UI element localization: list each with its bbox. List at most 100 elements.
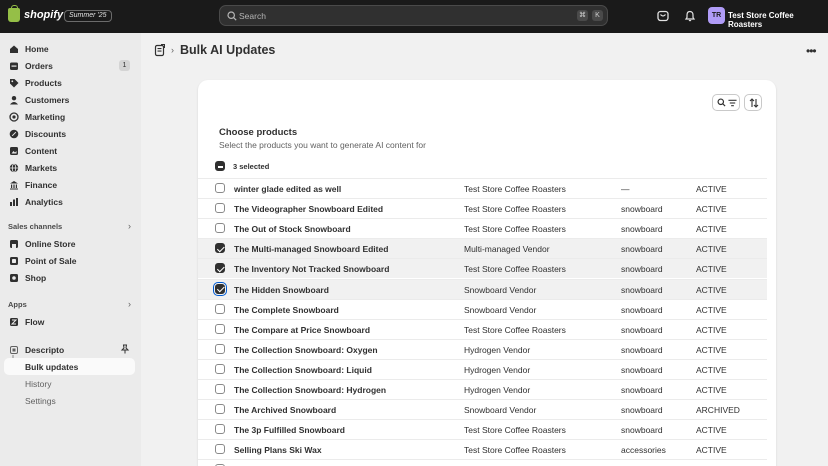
page-title: Bulk AI Updates bbox=[180, 43, 276, 57]
bell-icon[interactable] bbox=[684, 10, 696, 22]
table-row[interactable]: The Complete Snowboard Snowboard Vendor sn… bbox=[198, 298, 767, 319]
table-row[interactable]: The Collection Snowboard: Oxygen Hydrogen… bbox=[198, 338, 767, 359]
table-row[interactable]: The Multi-managed Snowboard Edited Multi-… bbox=[198, 238, 767, 259]
row-checkbox[interactable] bbox=[215, 363, 225, 374]
table-row[interactable]: Selling Plans Ski Wax Test Store Coffee R… bbox=[198, 439, 767, 459]
filter-icon bbox=[728, 99, 737, 107]
sidebar-item-shop[interactable]: Shop bbox=[4, 269, 135, 286]
row-checkbox[interactable] bbox=[215, 263, 225, 274]
row-checkbox[interactable] bbox=[215, 424, 225, 435]
pos-icon bbox=[10, 256, 18, 265]
sidebar-item-content[interactable]: Content bbox=[4, 142, 135, 159]
product-vendor: Test Store Coffee Roasters bbox=[464, 184, 566, 194]
sidebar-item-label: Online Store bbox=[25, 238, 76, 249]
product-type: snowboard bbox=[621, 405, 663, 416]
row-checkbox[interactable] bbox=[215, 343, 225, 354]
product-status: ACTIVE bbox=[696, 344, 727, 355]
table-row[interactable]: The Collection Snowboard: Hydrogen Hydrog… bbox=[198, 379, 767, 399]
search-filter-button[interactable] bbox=[712, 94, 740, 111]
sidebar-item-home[interactable]: Home bbox=[4, 40, 135, 57]
sidebar-item-finance[interactable]: Finance bbox=[4, 176, 135, 193]
sidebar-subitem-label: Bulk updates bbox=[25, 362, 79, 372]
logo-text: shopify bbox=[24, 9, 64, 21]
content-icon bbox=[10, 146, 18, 155]
table-row[interactable] bbox=[198, 459, 767, 466]
product-name: The Hidden Snowboard bbox=[234, 284, 329, 295]
row-checkbox[interactable] bbox=[215, 384, 225, 394]
table-row[interactable]: The Videographer Snowboard Edited Test St… bbox=[198, 198, 767, 218]
shopify-logo[interactable]: shopify bbox=[8, 5, 64, 22]
sidebar-item-analytics[interactable]: Analytics bbox=[4, 193, 135, 210]
sidebar-subitem-bulk-updates[interactable]: Bulk updates bbox=[4, 358, 135, 375]
shopify-bag-icon bbox=[8, 5, 20, 22]
row-checkbox[interactable] bbox=[215, 243, 225, 254]
descripto-icon bbox=[10, 345, 18, 354]
table-row[interactable]: The Hidden Snowboard Snowboard Vendor snow… bbox=[198, 278, 767, 299]
store-name[interactable]: Test Store Coffee Roasters bbox=[728, 11, 828, 29]
row-checkbox[interactable] bbox=[215, 203, 225, 214]
sidebar-subitem-label: Settings bbox=[25, 396, 56, 406]
sidebar-item-descripto[interactable]: Descripto bbox=[4, 341, 135, 358]
sidebar-item-orders[interactable]: Orders 1 bbox=[4, 57, 135, 74]
sidebar-item-customers[interactable]: Customers bbox=[4, 91, 135, 108]
edition-badge[interactable]: Summer '25 bbox=[64, 10, 112, 22]
pin-icon[interactable] bbox=[120, 344, 130, 354]
app-store-icon[interactable] bbox=[657, 10, 669, 22]
sidebar-item-label: Marketing bbox=[25, 111, 66, 122]
product-type: accessories bbox=[621, 445, 666, 456]
table-row[interactable]: winter glade edited as well Test Store Co… bbox=[198, 178, 767, 198]
shortcut-cmd-key: ⌘ bbox=[577, 10, 588, 21]
sales-channels-heading[interactable]: Sales channels bbox=[8, 222, 62, 231]
chevron-right-icon[interactable]: › bbox=[128, 299, 131, 309]
product-type: snowboard bbox=[621, 204, 663, 215]
sidebar-item-label: Flow bbox=[25, 316, 45, 327]
product-type: snowboard bbox=[621, 304, 663, 315]
table-row[interactable]: The Compare at Price Snowboard Test Store… bbox=[198, 318, 767, 339]
table-row[interactable]: The 3p Fulfilled Snowboard Test Store Cof… bbox=[198, 419, 767, 439]
person-icon bbox=[10, 95, 18, 104]
row-checkbox[interactable] bbox=[215, 223, 225, 234]
product-type: snowboard bbox=[621, 224, 663, 235]
more-actions-icon[interactable]: ••• bbox=[806, 44, 817, 58]
product-status: ACTIVE bbox=[696, 284, 727, 295]
table-row[interactable]: The Inventory Not Tracked Snowboard Test … bbox=[198, 258, 767, 279]
product-type: snowboard bbox=[621, 344, 663, 355]
row-checkbox[interactable] bbox=[215, 323, 225, 334]
sidebar-item-flow[interactable]: Flow bbox=[4, 313, 135, 330]
row-checkbox[interactable] bbox=[215, 404, 225, 415]
product-name: The Compare at Price Snowboard bbox=[234, 324, 371, 335]
sort-button[interactable] bbox=[744, 94, 762, 111]
table-row[interactable]: The Collection Snowboard: Liquid Hydrogen… bbox=[198, 358, 767, 379]
sidebar-item-discounts[interactable]: Discounts bbox=[4, 125, 135, 142]
product-status: ACTIVE bbox=[696, 425, 727, 436]
sidebar-item-online-store[interactable]: Online Store bbox=[4, 235, 135, 252]
row-checkbox[interactable] bbox=[215, 303, 225, 314]
sidebar-item-products[interactable]: Products bbox=[4, 74, 135, 91]
product-name: The Videographer Snowboard Edited bbox=[234, 204, 384, 215]
product-status: ACTIVE bbox=[696, 264, 727, 275]
row-checkbox[interactable] bbox=[215, 183, 225, 193]
chevron-right-icon[interactable]: › bbox=[128, 221, 131, 231]
apps-heading[interactable]: Apps bbox=[8, 300, 27, 309]
sidebar-item-marketing[interactable]: Marketing bbox=[4, 108, 135, 125]
store-avatar[interactable]: TR bbox=[708, 7, 725, 24]
table-row[interactable]: The Out of Stock Snowboard Test Store Cof… bbox=[198, 218, 767, 238]
search-icon bbox=[717, 98, 726, 107]
sidebar-item-label: Home bbox=[25, 43, 49, 54]
select-all-checkbox[interactable] bbox=[215, 161, 225, 171]
table-row[interactable]: The Archived Snowboard Snowboard Vendor sn… bbox=[198, 399, 767, 419]
app-logo-icon[interactable] bbox=[154, 43, 166, 57]
product-status: ACTIVE bbox=[696, 244, 727, 255]
row-checkbox[interactable] bbox=[213, 281, 227, 296]
bulk-selection-header: 3 selected bbox=[215, 159, 269, 173]
search-input[interactable]: Search ⌘ K bbox=[219, 5, 608, 26]
sidebar: Home Orders 1 Products Customers Marketi… bbox=[0, 33, 141, 466]
sidebar-subitem-history[interactable]: History bbox=[4, 375, 135, 392]
sidebar-item-point-of-sale[interactable]: Point of Sale bbox=[4, 252, 135, 269]
product-status: ACTIVE bbox=[696, 445, 727, 456]
sidebar-subitem-settings[interactable]: Settings bbox=[4, 392, 135, 409]
row-checkbox[interactable] bbox=[215, 444, 225, 455]
sidebar-item-markets[interactable]: Markets bbox=[4, 159, 135, 176]
top-bar: shopify Summer '25 Search ⌘ K TR Test St… bbox=[0, 0, 828, 33]
product-vendor: Test Store Coffee Roasters bbox=[464, 425, 566, 436]
